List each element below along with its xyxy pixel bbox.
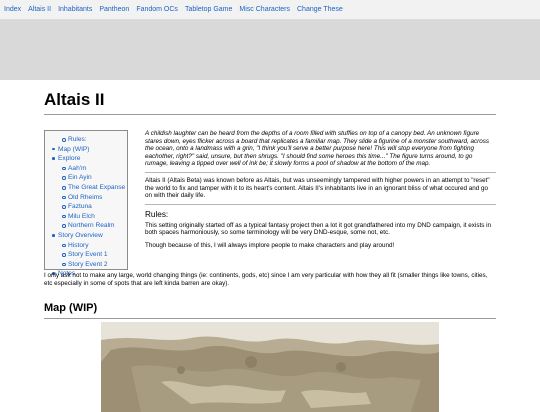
toc-item-explore-0[interactable]: Aah'm xyxy=(45,164,127,174)
toc-item-story-2[interactable]: Story Event 2 xyxy=(45,260,127,270)
rules-heading: Rules: xyxy=(145,209,169,219)
toc-item-story-overview[interactable]: Story Overview xyxy=(45,231,127,241)
nav-fandom-ocs[interactable]: Fandom OCs xyxy=(136,6,178,13)
divider xyxy=(145,203,496,205)
rules-paragraph-3: I only ask not to make any large, world … xyxy=(44,272,488,287)
nav-misc-characters[interactable]: Misc Characters xyxy=(239,6,290,13)
toc-item-story-1[interactable]: Story Event 1 xyxy=(45,250,127,260)
world-map-image xyxy=(101,322,439,412)
toc-item-explore-6[interactable]: Northern Realm xyxy=(45,221,127,231)
main-content: Altais II Rules: Map (WIP) Explore Aah'm… xyxy=(44,90,496,412)
toc-item-rules[interactable]: Rules: xyxy=(45,135,127,145)
rules-paragraph-2: Though because of this, I will always im… xyxy=(145,241,395,249)
toc-item-explore-3[interactable]: Old Rheims xyxy=(45,193,127,203)
toc-item-explore-2[interactable]: The Great Expanse xyxy=(45,183,127,193)
toc-item-explore[interactable]: Explore xyxy=(45,154,127,164)
toc-link-aahm[interactable]: Aah'm xyxy=(68,165,86,172)
toc-item-map[interactable]: Map (WIP) xyxy=(45,145,127,155)
divider xyxy=(145,171,496,173)
toc-link-rules[interactable]: Rules: xyxy=(68,136,87,143)
toc-link-ein-ayin[interactable]: Ein Ayin xyxy=(68,174,92,181)
toc-link-great-expanse[interactable]: The Great Expanse xyxy=(68,184,125,191)
toc-link-story-overview[interactable]: Story Overview xyxy=(58,232,103,239)
nav-tabletop-game[interactable]: Tabletop Game xyxy=(185,6,232,13)
toc-link-story-event-1[interactable]: Story Event 1 xyxy=(68,251,108,258)
right-column: A childish laughter can be heard from th… xyxy=(145,130,496,250)
header-banner xyxy=(0,20,540,80)
world-map-graphic xyxy=(101,322,439,412)
top-navigation: Index Altais II Inhabitants Pantheon Fan… xyxy=(0,0,540,20)
rules-paragraph-1: This setting originally started off as a… xyxy=(145,221,492,237)
toc-link-map[interactable]: Map (WIP) xyxy=(58,146,90,153)
nav-inhabitants[interactable]: Inhabitants xyxy=(58,6,92,13)
toc-item-explore-1[interactable]: Ein Ayin xyxy=(45,173,127,183)
toc-link-faztuna[interactable]: Faztuna xyxy=(68,203,92,210)
description-paragraph: Altais II (Altais Beta) was known before… xyxy=(145,176,490,200)
toc-item-explore-5[interactable]: Milu Elch xyxy=(45,212,127,222)
nav-change-these[interactable]: Change These xyxy=(297,6,343,13)
toc-link-northern-realm[interactable]: Northern Realm xyxy=(68,222,115,229)
toc-link-history[interactable]: History xyxy=(68,242,89,249)
nav-index[interactable]: Index xyxy=(4,6,21,13)
table-of-contents: Rules: Map (WIP) Explore Aah'm Ein Ayin … xyxy=(44,130,128,277)
nav-pantheon[interactable]: Pantheon xyxy=(99,6,129,13)
toc-item-story-0[interactable]: History xyxy=(45,241,127,251)
intro-paragraph: A childish laughter can be heard from th… xyxy=(145,130,490,168)
toc-item-explore-4[interactable]: Faztuna xyxy=(45,202,127,212)
toc-link-milu-elch[interactable]: Milu Elch xyxy=(68,213,95,220)
toc-link-explore[interactable]: Explore xyxy=(58,155,80,162)
nav-altais-ii[interactable]: Altais II xyxy=(28,6,51,13)
page-title: Altais II xyxy=(44,90,496,115)
toc-link-story-event-2[interactable]: Story Event 2 xyxy=(68,261,108,268)
toc-link-old-rheims[interactable]: Old Rheims xyxy=(68,194,102,201)
map-heading: Map (WIP) xyxy=(44,302,496,319)
